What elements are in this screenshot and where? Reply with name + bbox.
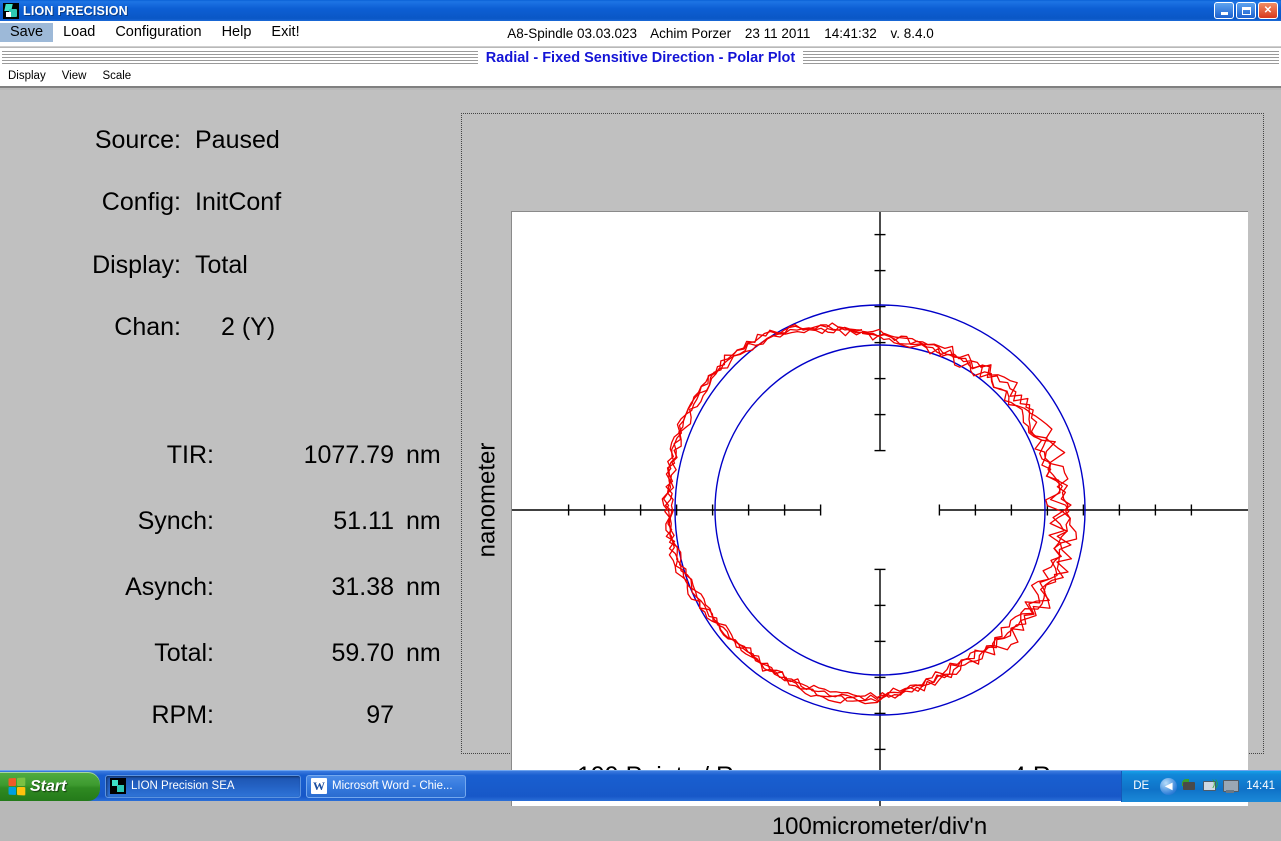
- measurement-row-tir: TIR: 1077.79 nm: [14, 441, 458, 470]
- total-unit: nm: [406, 639, 441, 667]
- tir-label: TIR:: [166, 441, 214, 469]
- main-menu-items: Save Load Configuration Help Exit!: [0, 21, 1281, 44]
- source-label: Source:: [94, 126, 181, 154]
- menu-item-help[interactable]: Help: [212, 23, 262, 43]
- caption-grip-right: [803, 50, 1280, 66]
- menu-item-exit[interactable]: Exit!: [261, 23, 309, 43]
- windows-flag-icon: [8, 777, 26, 796]
- network-activity-icon[interactable]: )): [1202, 778, 1218, 794]
- status-row-source: Source: Paused: [6, 126, 280, 155]
- polar-plot-svg: [512, 212, 1248, 806]
- tir-value: 1077.79: [303, 441, 394, 469]
- polar-plot-canvas[interactable]: [511, 211, 1248, 806]
- menu-item-configuration[interactable]: Configuration: [105, 23, 211, 43]
- measurement-row-rpm: RPM: 97: [14, 701, 458, 730]
- start-button-label: Start: [30, 777, 67, 795]
- taskbar-item-lion-precision[interactable]: LION Precision SEA: [105, 774, 301, 798]
- menu-item-load[interactable]: Load: [53, 23, 105, 43]
- total-value: 59.70: [331, 639, 394, 667]
- measurement-row-synch: Synch: 51.11 nm: [14, 507, 458, 536]
- asynch-value: 31.38: [331, 573, 394, 601]
- config-value: InitConf: [195, 188, 282, 216]
- display-settings-icon[interactable]: [1222, 778, 1240, 794]
- close-button[interactable]: ✕: [1258, 2, 1278, 19]
- caption-grip-left: [2, 50, 478, 66]
- asynch-label: Asynch:: [125, 573, 214, 601]
- synch-value: 51.11: [333, 507, 394, 535]
- plot-title-strip: Radial - Fixed Sensitive Direction - Pol…: [0, 48, 1281, 68]
- display-label: Display:: [92, 251, 181, 279]
- menu-item-save[interactable]: Save: [0, 22, 54, 43]
- taskbar-item-microsoft-word[interactable]: W Microsoft Word - Chie...: [306, 774, 466, 798]
- radial-error-motion-traces: [661, 322, 1078, 705]
- rpm-value: 97: [366, 701, 394, 729]
- windows-taskbar: Start LION Precision SEA W Microsoft Wor…: [0, 770, 1281, 802]
- x-axis-label: 100micrometer/div'n: [771, 813, 988, 840]
- menu-item-view[interactable]: View: [54, 70, 95, 84]
- measurement-row-total: Total: 59.70 nm: [14, 639, 458, 668]
- show-hidden-icons-chevron-icon[interactable]: ◀: [1160, 777, 1178, 795]
- tray-clock[interactable]: 14:41: [1246, 780, 1275, 792]
- synch-unit: nm: [406, 507, 441, 535]
- total-label: Total:: [154, 639, 214, 667]
- measurement-row-asynch: Asynch: 31.38 nm: [14, 573, 458, 602]
- trace-revolution-1: [667, 327, 1065, 699]
- rpm-label: RPM:: [151, 701, 215, 729]
- window-title-bar[interactable]: LION PRECISION ✕: [0, 0, 1281, 21]
- y-axis-label: nanometer: [470, 410, 504, 590]
- source-value: Paused: [195, 126, 280, 154]
- language-indicator[interactable]: DE: [1126, 780, 1156, 792]
- trace-revolution-4: [661, 322, 1078, 705]
- synch-label: Synch:: [137, 507, 214, 535]
- main-menu-bar: Save Load Configuration Help Exit!: [0, 21, 1281, 47]
- status-row-config: Config: InitConf: [6, 188, 281, 217]
- lion-precision-logo-icon: [3, 2, 19, 19]
- page-title: Radial - Fixed Sensitive Direction - Pol…: [479, 50, 802, 66]
- status-info-panel: Source: Paused Config: InitConf Display:…: [0, 90, 455, 770]
- maximize-restore-button[interactable]: [1236, 2, 1256, 19]
- taskbar-item-label: LION Precision SEA: [131, 780, 235, 792]
- menu-item-scale[interactable]: Scale: [94, 70, 139, 84]
- start-button[interactable]: Start: [0, 772, 100, 801]
- status-row-chan: Chan: 2 (Y): [6, 313, 275, 342]
- window-title: LION PRECISION: [23, 3, 128, 18]
- asynch-unit: nm: [406, 573, 441, 601]
- y-axis-label-text: nanometer: [473, 442, 500, 558]
- system-tray: DE ◀ )) 14:41: [1121, 770, 1281, 802]
- config-label: Config:: [101, 188, 181, 216]
- chan-value: 2 (Y): [221, 313, 276, 341]
- word-icon: W: [311, 778, 327, 794]
- usb-safely-remove-icon[interactable]: [1182, 778, 1198, 794]
- plot-axes: [512, 212, 1248, 806]
- minimize-button[interactable]: [1214, 2, 1234, 19]
- taskbar-item-label: Microsoft Word - Chie...: [332, 780, 453, 792]
- menu-item-display[interactable]: Display: [0, 70, 54, 84]
- lion-precision-logo-icon: [110, 778, 126, 794]
- status-row-display: Display: Total: [6, 251, 248, 280]
- chan-label: Chan:: [114, 313, 181, 341]
- display-value: Total: [195, 251, 248, 279]
- tir-unit: nm: [406, 441, 441, 469]
- client-area: Source: Paused Config: InitConf Display:…: [0, 90, 1281, 840]
- window-controls: ✕: [1214, 2, 1278, 19]
- plot-menu-bar: Display View Scale: [0, 68, 1281, 88]
